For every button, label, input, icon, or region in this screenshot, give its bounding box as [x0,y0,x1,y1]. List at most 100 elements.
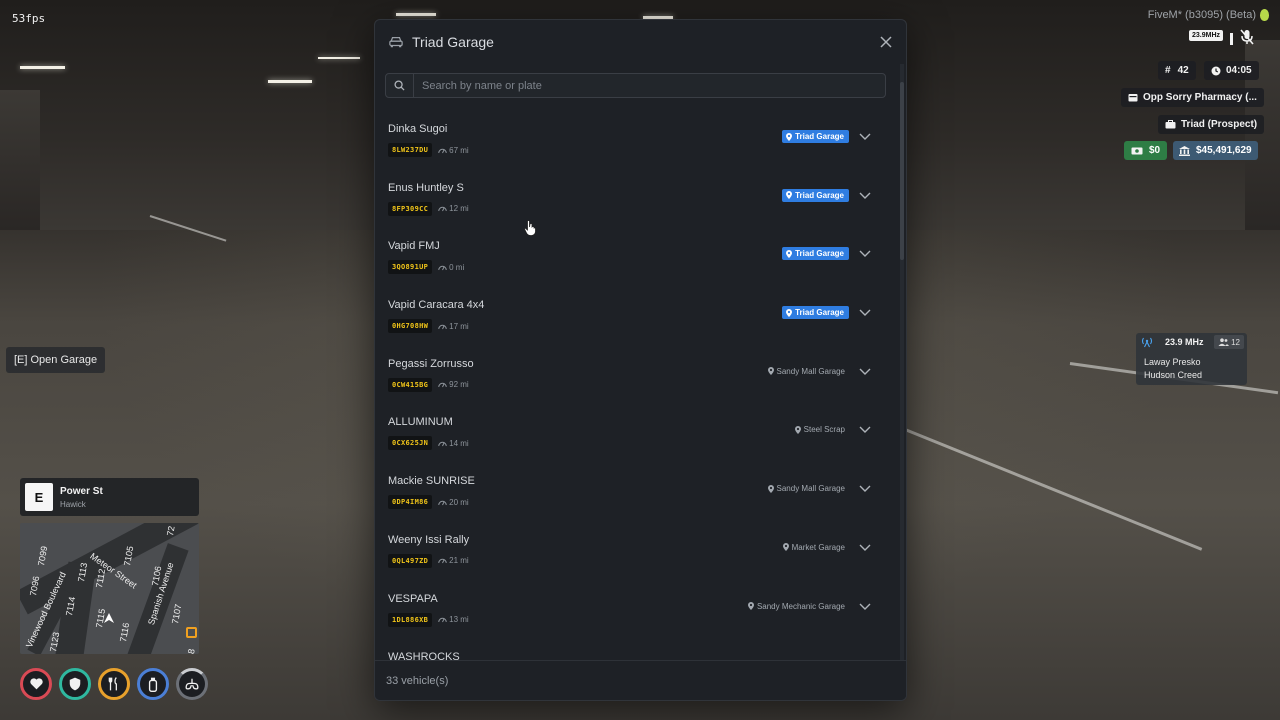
chevron-down-icon[interactable] [858,246,872,260]
garage-location-label: Steel Scrap [803,425,845,435]
mileage: 0 mi [438,263,464,272]
location-pin-icon [747,602,754,610]
vehicle-meta: 0DP4IM86 20 mi [388,495,469,510]
vehicle-row[interactable]: Pegassi Zorrusso 0CW415BG 92 mi Sandy Mall … [375,347,897,406]
vehicle-row[interactable]: VESPAPA 1DL886XB 13 mi Sandy Mechanic Garag… [375,582,897,641]
odometer-icon [438,324,447,329]
odometer-icon [438,441,447,447]
mileage: 17 mi [438,322,469,331]
scroll-thumb[interactable] [900,82,904,260]
background-pillar [0,90,40,230]
compass-direction: E [25,483,53,511]
briefcase-icon [1165,120,1176,129]
garage-location-label: Sandy Mechanic Garage [756,601,845,611]
voice-level-bar [1230,33,1233,45]
street-area: Hawick [60,499,86,509]
vehicle-name: Mackie SUNRISE [388,475,475,488]
close-button[interactable] [876,32,896,52]
odometer-icon [438,500,447,505]
location-pin-icon [786,249,793,258]
odometer-icon [438,559,447,564]
odometer-icon [438,206,447,212]
scrollbar[interactable] [900,64,904,662]
chevron-down-icon[interactable] [858,422,872,436]
lungs-icon [176,668,208,700]
license-plate: 0CW415BG [388,377,433,392]
vehicle-name: Pegassi Zorrusso [388,357,474,370]
mileage: 13 mi [438,615,469,624]
vehicle-meta: 0QL497ZD 21 mi [388,553,469,568]
chevron-down-icon[interactable] [858,599,872,613]
chevron-down-icon[interactable] [858,540,872,554]
radio-member: Hudson Creed [1144,370,1203,380]
vehicle-row[interactable]: Enus Huntley S 8FP309CC 12 mi Triad Garage [375,171,897,230]
vehicle-row[interactable]: ALLUMINUM 0CX625JN 14 mi Steel Scrap [375,405,897,464]
map-label: 72 [165,525,177,537]
search-input[interactable] [414,74,885,97]
fps-counter: 53fps [12,12,46,25]
chevron-down-icon[interactable] [858,305,872,319]
map-label: 7099 [36,545,50,567]
gang-pill: Triad (Prospect) [1158,115,1265,134]
close-icon [880,36,892,48]
radio-frequency: 23.9 MHz [1165,337,1204,347]
clock-icon [1211,66,1221,75]
mileage-value: 67 mi [449,145,469,155]
radio-panel: 23.9 MHz 12 Laway Presko Hudson Creed [1136,333,1247,385]
ceiling-light [396,13,436,16]
location-pin-icon [782,543,789,552]
vehicle-row[interactable]: Mackie SUNRISE 0DP4IM86 20 mi Sandy Mall Ga… [375,464,897,523]
mileage: 67 mi [438,146,469,155]
vehicle-row[interactable]: Weeny Issi Rally 0QL497ZD 21 mi Market Gara… [375,523,897,582]
mileage-value: 21 mi [449,556,469,566]
clock-pill: 04:05 [1204,61,1259,80]
street-name: Power St [60,485,103,497]
garage-badge-label: Triad Garage [795,132,844,141]
vehicle-meta: 1DL886XB 13 mi [388,612,469,627]
modal-header: Triad Garage [375,20,906,64]
modal-title: Triad Garage [412,34,494,50]
vehicle-row[interactable]: Vapid FMJ 3QO891UP 0 mi Triad Garage [375,229,897,288]
chevron-down-icon[interactable] [858,481,872,495]
player-id: 42 [1177,65,1189,76]
garage-badge-label: Triad Garage [795,249,844,259]
chevron-down-icon[interactable] [858,188,872,202]
open-garage-prompt: [E] Open Garage [6,347,106,373]
clock-time: 04:05 [1226,65,1252,76]
garage-badge: Triad Garage [782,130,849,143]
odometer-icon [438,383,447,388]
vehicle-name: Enus Huntley S [388,181,464,194]
garage-location-label: Market Garage [791,542,845,552]
chevron-down-icon[interactable] [858,129,872,143]
mileage: 14 mi [438,439,469,448]
building-icon [1128,94,1138,102]
vehicle-meta: 0CX625JN 14 mi [388,436,469,451]
vehicle-name: Dinka Sugoi [388,123,448,135]
license-plate: 8FP309CC [388,201,433,216]
location-pin-icon [786,191,793,200]
mileage: 20 mi [438,498,469,507]
vehicle-row[interactable]: Dinka Sugoi 8LW237DU 67 mi Triad Garage [375,112,897,171]
ceiling-light [20,66,65,69]
bank-pill: $45,491,629 [1173,141,1258,160]
users-icon [1218,338,1230,346]
hunger-icon [98,668,130,700]
vehicle-name: Vapid Caracara 4x4 [388,299,485,312]
odometer-icon [438,617,447,623]
vehicle-meta: 8FP309CC 12 mi [388,201,469,216]
location-pin-icon [794,425,801,434]
mic-muted-icon [1240,29,1254,45]
location-pin-icon [786,308,793,317]
vehicle-row[interactable]: Vapid Caracara 4x4 0HG708HW 17 mi Triad Gar… [375,288,897,347]
radio-tower-icon [1141,337,1153,348]
map-label: 8 [186,648,197,654]
map-label: 7112 [94,567,108,589]
location-pin-icon [767,484,774,493]
chevron-down-icon[interactable] [858,364,872,378]
floor-line [904,428,1203,551]
mileage-value: 12 mi [449,204,469,214]
vehicle-meta: 0CW415BG 92 mi [388,377,469,392]
garage-location: Sandy Mechanic Garage [747,601,845,611]
mileage-value: 17 mi [449,321,469,331]
hash-icon: # [1165,65,1171,76]
